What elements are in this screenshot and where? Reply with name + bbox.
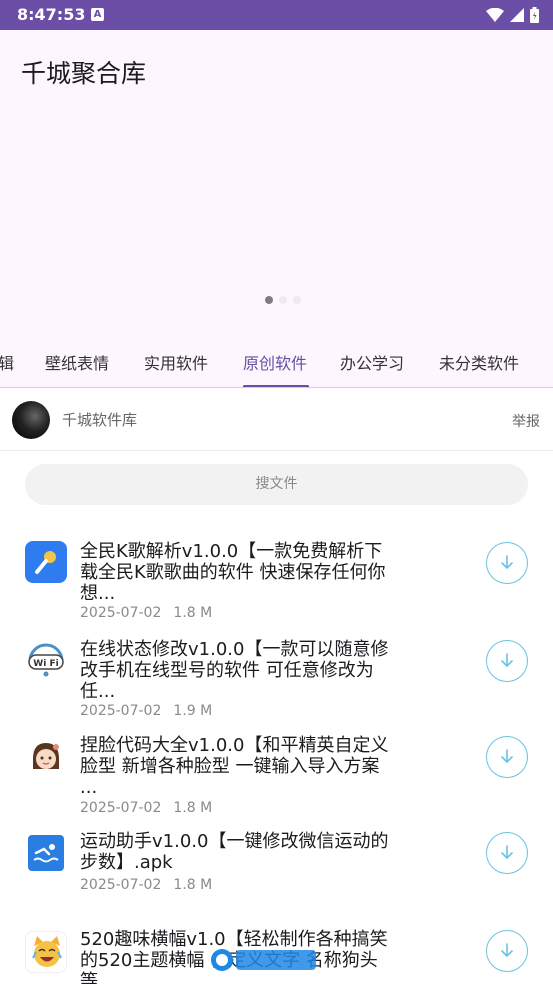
- page-dot[interactable]: [293, 296, 301, 304]
- download-icon: [501, 749, 513, 763]
- tab-partial[interactable]: 辑: [0, 350, 14, 374]
- file-meta: 2025-07-02 1.8 M: [80, 800, 212, 816]
- wifi-status-icon: [486, 8, 504, 22]
- file-size: 1.8 M: [173, 800, 213, 816]
- file-date: 2025-07-02: [80, 800, 162, 816]
- download-icon: [501, 845, 513, 859]
- tab-original[interactable]: 原创软件: [243, 350, 307, 374]
- signal-icon: [510, 8, 524, 22]
- file-meta: 2025-07-02 1.8 M: [80, 605, 212, 621]
- file-size: 1.8 M: [173, 605, 213, 621]
- tab-wallpaper[interactable]: 壁纸表情: [45, 350, 109, 374]
- tab-indicator: [243, 385, 309, 387]
- page-dot-active[interactable]: [265, 296, 273, 304]
- download-icon: [501, 943, 513, 957]
- battery-icon: [530, 7, 539, 23]
- laughing-cat-icon: [25, 931, 67, 973]
- file-meta: 2025-07-02 1.8 M: [80, 877, 212, 893]
- file-date: 2025-07-02: [80, 703, 162, 719]
- file-date: 2025-07-02: [80, 605, 162, 621]
- report-link[interactable]: 举报: [512, 411, 540, 431]
- file-size: 1.9 M: [173, 703, 213, 719]
- download-button[interactable]: [486, 832, 528, 874]
- file-title[interactable]: 运动助手v1.0.0【一键修改微信运动的步数】.apk: [80, 831, 390, 873]
- tab-uncategorized[interactable]: 未分类软件: [439, 350, 519, 374]
- watermark-logo: [210, 945, 320, 975]
- avatar[interactable]: [12, 401, 50, 439]
- author-row: 千城软件库 举报: [0, 389, 553, 451]
- file-date: 2025-07-02: [80, 877, 162, 893]
- file-meta: 2025-07-02 1.9 M: [80, 703, 212, 719]
- banner-page-indicator: [265, 296, 301, 304]
- swimmer-icon: [28, 835, 64, 871]
- download-button[interactable]: [486, 736, 528, 778]
- download-icon: [501, 555, 513, 569]
- file-list-page: 千城软件库 举报 搜文件 全民K歌解析v1.0.0【一款免费解析下载全民K歌歌曲…: [0, 389, 553, 984]
- file-title[interactable]: 在线状态修改v1.0.0【一款可以随意修改手机在线型号的软件 可任意修改为任..…: [80, 639, 390, 702]
- download-icon: [501, 653, 513, 667]
- page-dot[interactable]: [279, 296, 287, 304]
- header-banner: 千城聚合库: [0, 30, 553, 340]
- author-name[interactable]: 千城软件库: [62, 409, 137, 430]
- download-button[interactable]: [486, 640, 528, 682]
- download-button[interactable]: [486, 542, 528, 584]
- wifi-icon: Wi Fi: [25, 639, 67, 681]
- file-title[interactable]: 全民K歌解析v1.0.0【一款免费解析下载全民K歌歌曲的软件 快速保存任何你想.…: [80, 541, 390, 604]
- status-time: 8:47:53: [17, 5, 86, 24]
- svg-text:Wi Fi: Wi Fi: [33, 659, 58, 669]
- app-title: 千城聚合库: [21, 59, 147, 88]
- status-icons: [486, 6, 539, 24]
- category-tabs: 辑 壁纸表情 实用软件 原创软件 办公学习 未分类软件: [0, 340, 553, 388]
- microphone-icon: [25, 541, 67, 583]
- download-button[interactable]: [486, 930, 528, 972]
- a-notification-icon: A: [91, 8, 104, 21]
- search-input[interactable]: 搜文件: [25, 464, 528, 505]
- file-size: 1.8 M: [173, 877, 213, 893]
- tab-utility[interactable]: 实用软件: [144, 350, 208, 374]
- file-title[interactable]: 捏脸代码大全v1.0.0【和平精英自定义脸型 新增各种脸型 一键输入导入方案 .…: [80, 735, 390, 798]
- status-bar: 8:47:53 A: [0, 0, 553, 30]
- girl-face-icon: [25, 735, 67, 777]
- tab-office[interactable]: 办公学习: [340, 350, 404, 374]
